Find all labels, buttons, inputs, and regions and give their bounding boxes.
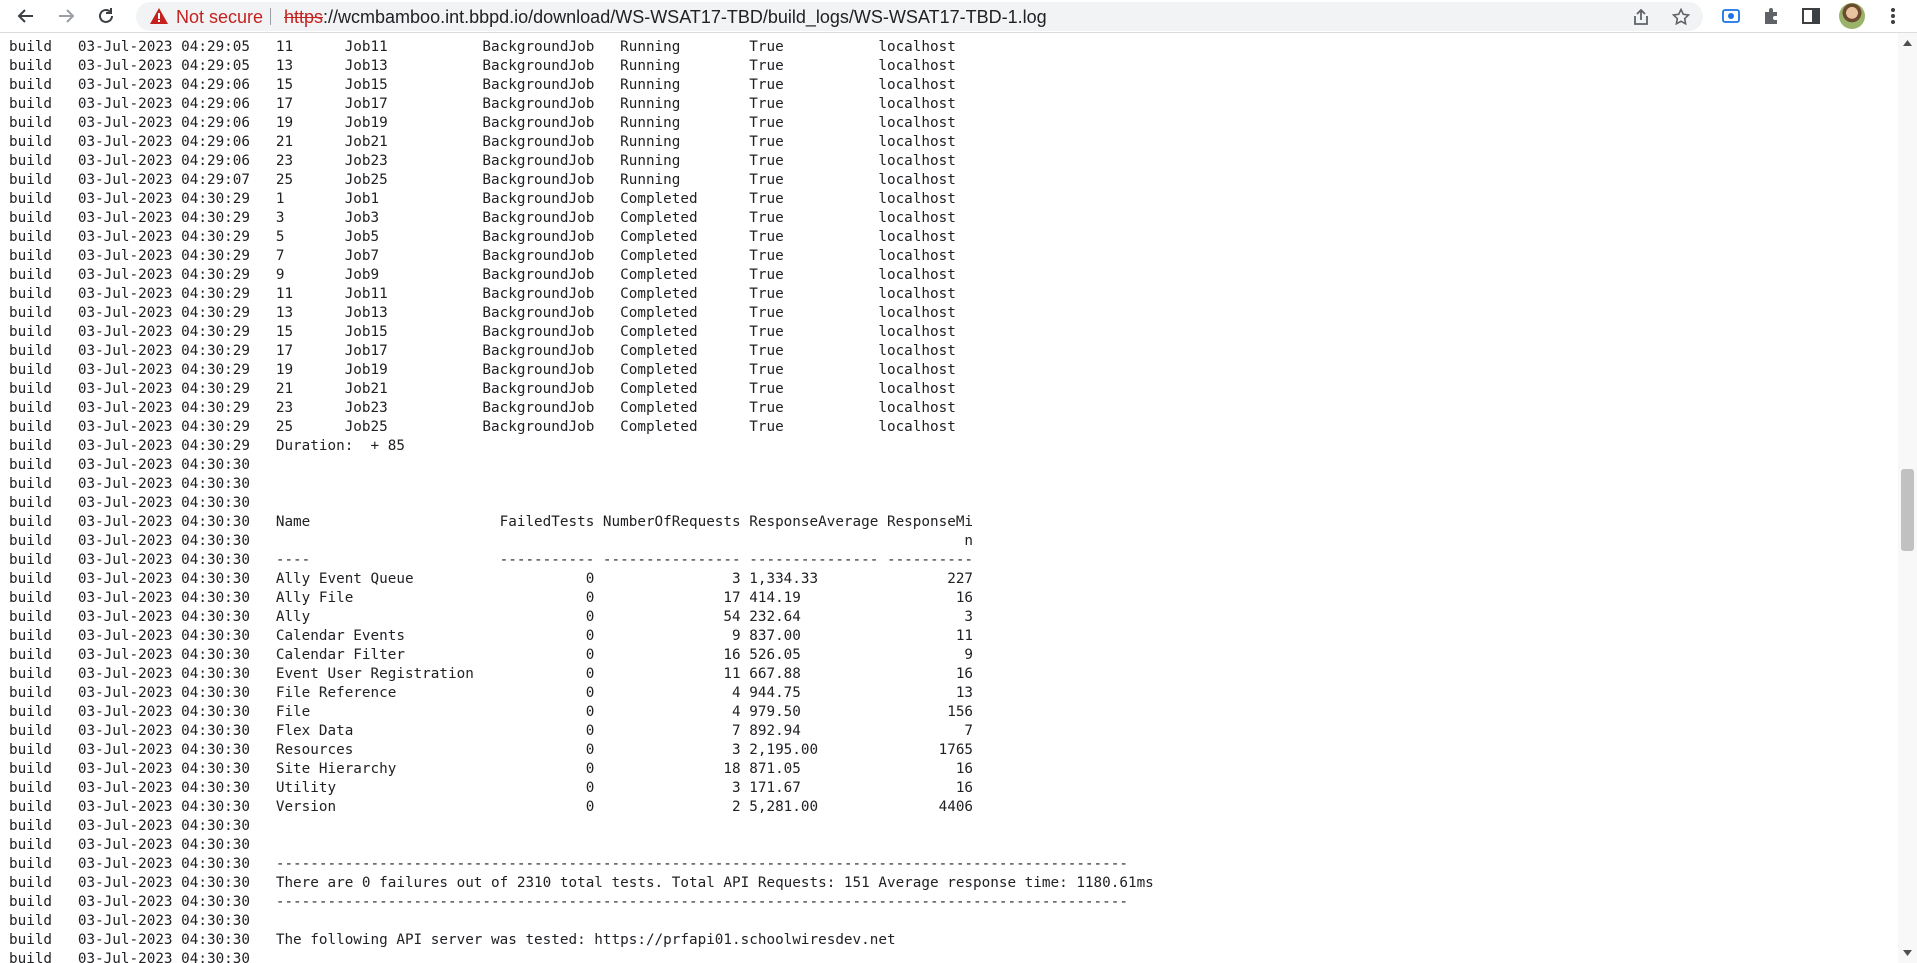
scroll-down-icon[interactable] bbox=[1898, 945, 1917, 961]
log-line: build 03-Jul-2023 04:30:29 11 Job11 Back… bbox=[9, 286, 956, 302]
log-line: build 03-Jul-2023 04:29:05 13 Job13 Back… bbox=[9, 58, 956, 74]
log-line: build 03-Jul-2023 04:29:06 15 Job15 Back… bbox=[9, 77, 956, 93]
star-icon[interactable] bbox=[1671, 8, 1691, 26]
log-line: build 03-Jul-2023 04:30:29 7 Job7 Backgr… bbox=[9, 248, 956, 264]
screencast-icon[interactable] bbox=[1720, 5, 1742, 27]
log-line: build 03-Jul-2023 04:30:30 The following… bbox=[9, 932, 896, 948]
log-line: build 03-Jul-2023 04:29:06 23 Job23 Back… bbox=[9, 153, 956, 169]
log-line: build 03-Jul-2023 04:30:30 Ally Event Qu… bbox=[9, 571, 974, 587]
log-line: build 03-Jul-2023 04:30:30 Name FailedTe… bbox=[9, 514, 974, 530]
log-line: build 03-Jul-2023 04:30:29 3 Job3 Backgr… bbox=[9, 210, 956, 226]
log-viewport: build 03-Jul-2023 04:29:05 11 Job11 Back… bbox=[0, 33, 1898, 963]
log-line: build 03-Jul-2023 04:30:29 1 Job1 Backgr… bbox=[9, 191, 956, 207]
menu-icon[interactable] bbox=[1882, 5, 1904, 27]
log-line: build 03-Jul-2023 04:30:29 13 Job13 Back… bbox=[9, 305, 956, 321]
scrollbar-thumb[interactable] bbox=[1901, 469, 1914, 551]
log-line: build 03-Jul-2023 04:30:30 Version 0 2 5… bbox=[9, 799, 974, 815]
log-line: build 03-Jul-2023 04:30:30 bbox=[9, 951, 251, 963]
log-line: build 03-Jul-2023 04:29:06 17 Job17 Back… bbox=[9, 96, 956, 112]
log-line: build 03-Jul-2023 04:29:06 21 Job21 Back… bbox=[9, 134, 956, 150]
url-scheme: https bbox=[284, 7, 324, 27]
log-line: build 03-Jul-2023 04:30:30 bbox=[9, 837, 251, 853]
omnibox-divider bbox=[270, 8, 271, 25]
log-line: build 03-Jul-2023 04:30:30 -------------… bbox=[9, 894, 1128, 910]
log-line: build 03-Jul-2023 04:30:30 Utility 0 3 1… bbox=[9, 780, 974, 796]
log-line: build 03-Jul-2023 04:30:30 n bbox=[9, 533, 974, 549]
log-line: build 03-Jul-2023 04:30:29 21 Job21 Back… bbox=[9, 381, 956, 397]
log-line: build 03-Jul-2023 04:30:30 bbox=[9, 818, 251, 834]
log-line: build 03-Jul-2023 04:30:30 Ally File 0 1… bbox=[9, 590, 974, 606]
log-line: build 03-Jul-2023 04:30:29 25 Job25 Back… bbox=[9, 419, 956, 435]
log-line: build 03-Jul-2023 04:29:05 11 Job11 Back… bbox=[9, 39, 956, 55]
log-line: build 03-Jul-2023 04:30:29 17 Job17 Back… bbox=[9, 343, 956, 359]
avatar[interactable] bbox=[1839, 3, 1865, 29]
scroll-up-icon[interactable] bbox=[1898, 35, 1917, 51]
log-line: build 03-Jul-2023 04:29:06 19 Job19 Back… bbox=[9, 115, 956, 131]
log-line: build 03-Jul-2023 04:30:30 bbox=[9, 913, 251, 929]
log-line: build 03-Jul-2023 04:30:29 Duration: + 8… bbox=[9, 438, 405, 454]
log-line: build 03-Jul-2023 04:30:29 5 Job5 Backgr… bbox=[9, 229, 956, 245]
log-line: build 03-Jul-2023 04:29:07 25 Job25 Back… bbox=[9, 172, 956, 188]
security-label[interactable]: Not secure bbox=[176, 7, 263, 27]
url-text[interactable]: https://wcmbamboo.int.bbpd.io/download/W… bbox=[284, 7, 1047, 27]
log-line: build 03-Jul-2023 04:30:30 Calendar Even… bbox=[9, 628, 974, 644]
log-line: build 03-Jul-2023 04:30:30 File Referenc… bbox=[9, 685, 974, 701]
log-line: build 03-Jul-2023 04:30:30 ---- --------… bbox=[9, 552, 974, 568]
warning-icon[interactable] bbox=[150, 8, 168, 24]
log-line: build 03-Jul-2023 04:30:30 Event User Re… bbox=[9, 666, 974, 682]
log-line: build 03-Jul-2023 04:30:30 Calendar Filt… bbox=[9, 647, 974, 663]
url-path: ://wcmbamboo.int.bbpd.io/download/WS-WSA… bbox=[323, 7, 1047, 27]
log-line: build 03-Jul-2023 04:30:29 9 Job9 Backgr… bbox=[9, 267, 956, 283]
back-icon[interactable] bbox=[14, 4, 38, 28]
log-line: build 03-Jul-2023 04:30:29 15 Job15 Back… bbox=[9, 324, 956, 340]
log-line: build 03-Jul-2023 04:30:30 Resources 0 3… bbox=[9, 742, 974, 758]
log-line: build 03-Jul-2023 04:30:30 File 0 4 979.… bbox=[9, 704, 974, 720]
forward-icon[interactable] bbox=[54, 4, 78, 28]
extensions-icon[interactable] bbox=[1760, 5, 1782, 27]
log-line: build 03-Jul-2023 04:30:30 -------------… bbox=[9, 856, 1128, 872]
log-line: build 03-Jul-2023 04:30:30 Ally 0 54 232… bbox=[9, 609, 974, 625]
log-line: build 03-Jul-2023 04:30:30 Site Hierarch… bbox=[9, 761, 974, 777]
reload-icon[interactable] bbox=[94, 4, 118, 28]
vertical-scrollbar[interactable] bbox=[1898, 33, 1917, 963]
log-line: build 03-Jul-2023 04:30:30 bbox=[9, 457, 251, 473]
share-icon[interactable] bbox=[1631, 8, 1651, 26]
log-line: build 03-Jul-2023 04:30:30 Flex Data 0 7… bbox=[9, 723, 974, 739]
log-line: build 03-Jul-2023 04:30:30 There are 0 f… bbox=[9, 875, 1154, 891]
side-panel-icon[interactable] bbox=[1800, 5, 1822, 27]
log-line: build 03-Jul-2023 04:30:30 bbox=[9, 495, 251, 511]
address-bar[interactable]: Not secure https://wcmbamboo.int.bbpd.io… bbox=[136, 2, 1703, 31]
log-line: build 03-Jul-2023 04:30:29 23 Job23 Back… bbox=[9, 400, 956, 416]
log-line: build 03-Jul-2023 04:30:29 19 Job19 Back… bbox=[9, 362, 956, 378]
log-line: build 03-Jul-2023 04:30:30 bbox=[9, 476, 251, 492]
build-log-text: build 03-Jul-2023 04:29:05 11 Job11 Back… bbox=[9, 38, 1154, 963]
browser-toolbar: Not secure https://wcmbamboo.int.bbpd.io… bbox=[0, 0, 1917, 33]
